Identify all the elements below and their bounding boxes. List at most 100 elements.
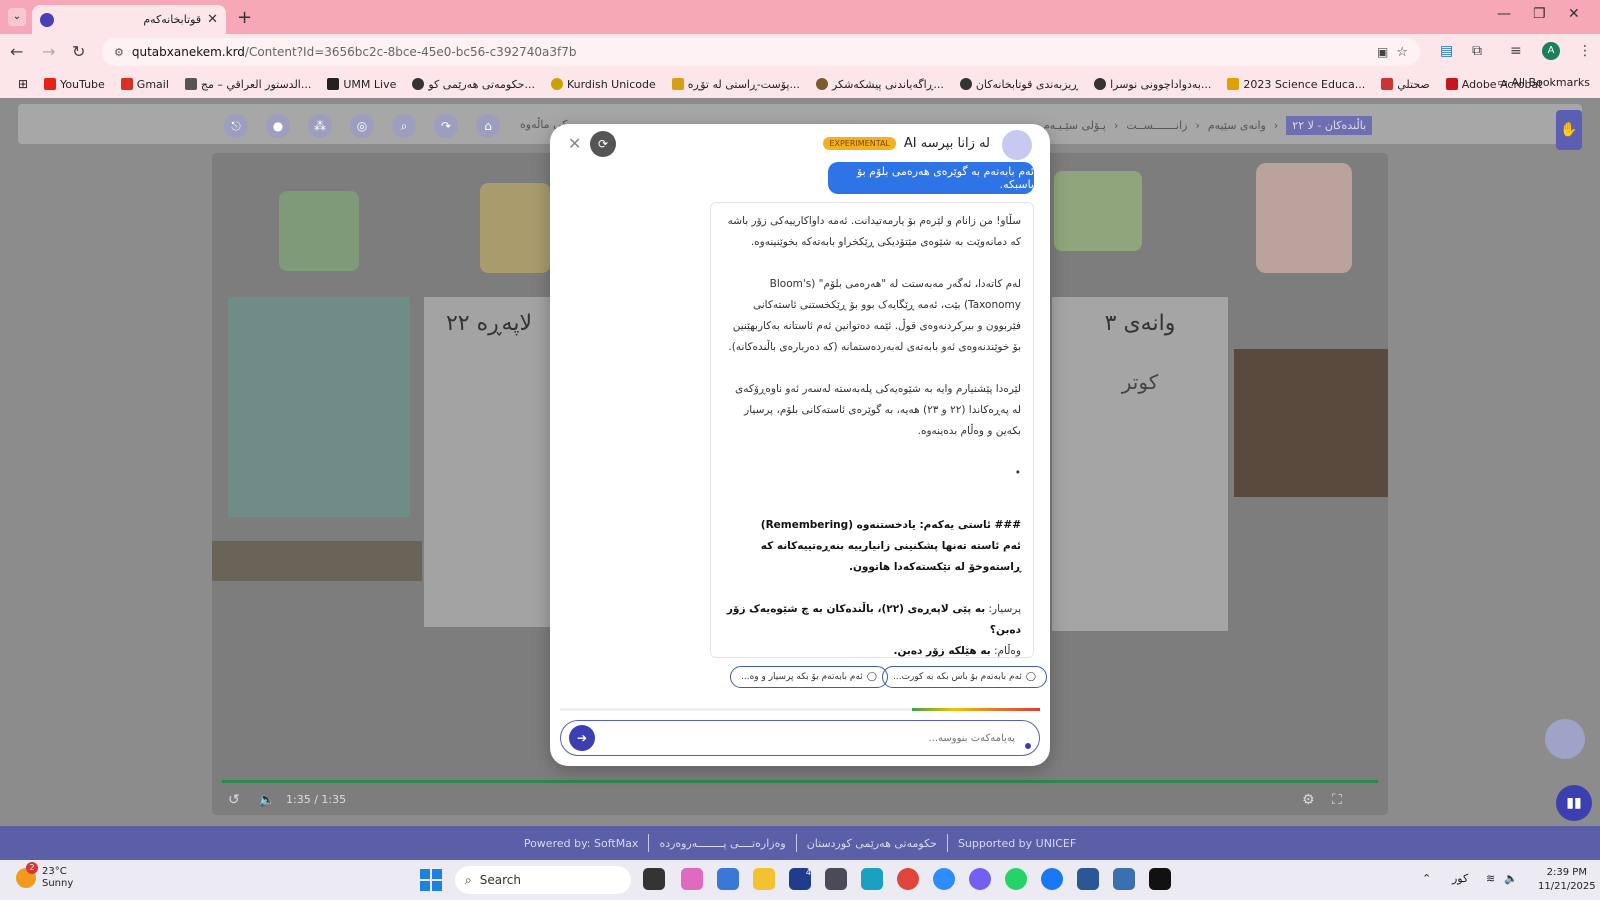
settings-icon[interactable]: ◎ <box>350 114 374 138</box>
bookmark-item[interactable]: 2023 Science Educa... <box>1219 78 1373 91</box>
gear-icon[interactable]: ⚙ <box>1302 792 1315 808</box>
whatsapp-icon[interactable] <box>1005 868 1027 890</box>
store-icon[interactable] <box>717 868 739 890</box>
facebook-icon[interactable] <box>1041 868 1063 890</box>
taskbar-search[interactable]: ⌕ Search <box>455 866 631 894</box>
poster-title: وانەی ٣ <box>1104 311 1176 336</box>
bookmark-item[interactable]: الدستور العراقي – مج... <box>177 78 319 91</box>
browser-tab-bar: ⌄ قوتابخانەکەم ✕ + — ❐ ✕ <box>0 0 1600 34</box>
language-indicator[interactable]: کور <box>1452 872 1468 885</box>
speaker-icon[interactable]: 🔈 <box>1504 872 1518 885</box>
bookmark-item[interactable]: Kurdish Unicode <box>543 78 664 91</box>
fullscreen-icon[interactable]: ⛶ <box>1332 792 1342 808</box>
chat-message-input[interactable] <box>595 731 1025 745</box>
bookmark-item[interactable]: پۆست-ڕاستی لە تۆڕە... <box>664 78 808 91</box>
mail-icon[interactable]: 4 <box>789 868 811 890</box>
all-bookmarks-button[interactable]: ▭ All Bookmarks <box>1498 76 1590 89</box>
tab-search-icon[interactable]: ⌄ <box>8 8 26 26</box>
bookmark-item[interactable]: UMM Live <box>319 78 404 91</box>
task-view-icon[interactable] <box>643 868 665 890</box>
zoom-icon[interactable] <box>933 868 955 890</box>
bookmark-favicon-icon <box>1227 78 1240 90</box>
logout-icon[interactable]: ⎋ <box>224 114 248 138</box>
refresh-icon[interactable]: ⟳ <box>590 131 616 157</box>
bookmark-star-icon[interactable]: ☆ <box>1396 45 1408 60</box>
chat-bubble-icon: ◯ <box>1025 672 1036 682</box>
calculator-icon[interactable] <box>1113 868 1135 890</box>
terminal-icon[interactable] <box>1149 868 1171 890</box>
back-icon[interactable]: ← <box>10 42 23 61</box>
site-info-icon[interactable]: ⚙ <box>114 46 124 59</box>
bookmark-item[interactable]: ڕیزبەندی قوتابخانەکان <box>952 78 1086 91</box>
menu-kebab-icon[interactable]: ⋮ <box>1578 43 1592 59</box>
bookmark-item[interactable]: بەدواداچوونی نوسرا... <box>1086 78 1219 91</box>
browser-tab-active[interactable]: قوتابخانەکەم ✕ <box>32 5 226 34</box>
replay-icon[interactable]: ↺ <box>228 792 240 808</box>
restore-icon[interactable]: ❐ <box>1533 6 1546 22</box>
viber-icon[interactable] <box>969 868 991 890</box>
video-progress-bar[interactable] <box>222 780 1378 783</box>
minimize-icon[interactable]: — <box>1497 6 1511 22</box>
experimental-badge: EXPERIMENTAL <box>823 137 896 150</box>
wifi-icon[interactable]: ≋ <box>1486 872 1495 885</box>
footer-powered-by[interactable]: Powered by: SoftMax <box>524 837 639 850</box>
footer-supported-by[interactable]: Supported by UNICEF <box>958 837 1076 850</box>
windows-start-icon[interactable] <box>420 869 442 891</box>
extensions-icon[interactable]: ⧉ <box>1472 43 1482 59</box>
bookmark-favicon-icon <box>327 78 340 90</box>
usage-track <box>560 708 912 711</box>
bookmark-favicon-icon <box>550 78 563 90</box>
breadcrumb-item[interactable]: پـۆلی سێـیـەم <box>1043 119 1106 132</box>
weather-condition: Sunny <box>42 878 74 889</box>
profile-avatar[interactable]: A <box>1542 42 1560 60</box>
bookmark-item[interactable]: YouTube <box>36 78 113 91</box>
answer-paragraph: لەم کاتەدا، ئەگەر مەبەستت لە "هەرەمی بلۆ… <box>728 278 1021 353</box>
close-window-icon[interactable]: ✕ <box>1568 6 1580 22</box>
tab-groups-icon[interactable]: ▤ <box>1440 43 1453 59</box>
address-bar[interactable]: ⚙ qutabxanekem.krd/Content?Id=3656bc2c-8… <box>102 38 1420 66</box>
user-icon[interactable]: ● <box>266 114 290 138</box>
send-button[interactable]: ➔ <box>569 725 595 751</box>
forward-icon[interactable]: → <box>42 42 55 61</box>
new-tab-icon[interactable]: + <box>237 7 252 28</box>
search-icon[interactable]: ⌕ <box>392 114 416 138</box>
footer-ministry[interactable]: وەزارەتــــی پــــــــەروەردە <box>659 837 785 850</box>
volume-icon[interactable]: 🔈 <box>258 792 275 808</box>
breadcrumb: باڵندەکان - لا ٢٢ ‹ وانەی سێیەم ‹ زانـــ… <box>1043 114 1373 136</box>
footer-government[interactable]: حکومەتی هەرێمی کوردستان <box>807 837 937 850</box>
edge-icon[interactable] <box>861 868 883 890</box>
breadcrumb-item[interactable]: زانـــــــســت <box>1126 119 1187 132</box>
tray-chevron-icon[interactable]: ⌃ <box>1422 872 1431 885</box>
bookmark-favicon-icon <box>1381 78 1394 90</box>
media-icon[interactable]: ≡ <box>1510 43 1522 59</box>
home-icon[interactable]: ⌂ <box>476 114 500 138</box>
bookmark-item[interactable]: ڕاگەیاندنی پیشکەشکر... <box>808 78 952 91</box>
hand-icon[interactable]: ✋ <box>1556 110 1582 150</box>
bookmark-favicon-icon <box>1094 78 1107 90</box>
bookmark-item[interactable]: حکومەتی هەرێمی کو... <box>404 78 543 91</box>
group-icon[interactable]: ⁂ <box>308 114 332 138</box>
breadcrumb-item[interactable]: وانەی سێیەم <box>1208 119 1266 132</box>
clock[interactable]: 2:39 PM 11/21/2025 <box>1538 866 1596 894</box>
redo-icon[interactable]: ↷ <box>434 114 458 138</box>
weather-widget[interactable]: 2 23°C Sunny <box>16 862 74 890</box>
tab-title: قوتابخانەکەم <box>143 13 202 26</box>
close-icon[interactable]: ✕ <box>568 134 581 153</box>
reload-icon[interactable]: ↻ <box>72 42 85 61</box>
file-explorer-icon[interactable] <box>753 868 775 890</box>
install-app-icon[interactable]: ▣ <box>1377 45 1388 59</box>
ai-assistant-float-icon[interactable] <box>1545 719 1585 759</box>
bookmark-item[interactable]: Gmail <box>113 78 177 91</box>
close-tab-icon[interactable]: ✕ <box>207 12 218 27</box>
bookmark-item[interactable]: صحتلي <box>1373 78 1438 91</box>
chrome-icon[interactable] <box>897 868 919 890</box>
suggestion-chip[interactable]: ◯ ئەم بابەتەم بۆ بکە پرسیار و وە... <box>730 666 888 688</box>
camera-icon[interactable] <box>825 868 847 890</box>
copilot-icon[interactable] <box>681 868 703 890</box>
temperature: 23°C <box>42 866 67 877</box>
word-icon[interactable] <box>1077 868 1099 890</box>
breadcrumb-current[interactable]: باڵندەکان - لا ٢٢ <box>1286 115 1373 135</box>
book-icon[interactable]: ▮▮ <box>1556 785 1592 821</box>
apps-grid-icon[interactable]: ⊞ <box>10 77 36 91</box>
suggestion-chip[interactable]: ◯ ئەم بابەتەم بۆ باس بکە بە کورت... <box>882 666 1047 688</box>
